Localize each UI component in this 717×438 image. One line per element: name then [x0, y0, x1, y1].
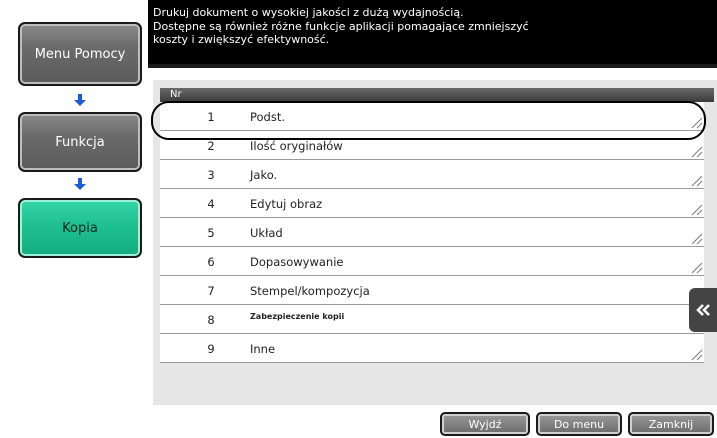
description-header: Drukuj dokument o wysokiej jakości z duż…: [148, 0, 717, 68]
exit-button[interactable]: Wyjdź: [440, 412, 530, 436]
row-label: Dopasowywanie: [250, 255, 344, 269]
column-header-nr: Nr: [160, 88, 714, 102]
row-number: 6: [207, 255, 215, 269]
list-item[interactable]: 4 Edytuj obraz: [160, 189, 704, 218]
description-line: Dostępne są również różne funkcje aplika…: [153, 19, 529, 33]
corner-resize-icon: [691, 204, 703, 216]
nav-item-label: Menu Pomocy: [34, 46, 126, 62]
nav-menu-pomocy-button[interactable]: Menu Pomocy: [18, 22, 142, 86]
list-item[interactable]: 7 Stempel/kompozycja: [160, 276, 704, 305]
row-label: Stempel/kompozycja: [250, 284, 370, 298]
row-label: Ilość oryginałów: [250, 139, 343, 153]
nav-funkcja-button[interactable]: Funkcja: [18, 112, 142, 172]
row-number: 9: [207, 342, 215, 356]
arrow-down-icon: [74, 178, 86, 190]
arrow-down-icon: [74, 94, 86, 106]
nav-item-label: Kopia: [62, 220, 98, 236]
row-label: Zabezpieczenie kopii: [250, 312, 345, 321]
row-number: 8: [207, 313, 215, 327]
list-item[interactable]: 8 Zabezpieczenie kopii: [160, 305, 704, 334]
list-item[interactable]: 9 Inne: [160, 334, 704, 363]
row-number: 5: [207, 226, 215, 240]
corner-resize-icon: [691, 262, 703, 274]
row-number: 3: [207, 168, 215, 182]
row-label: Jako.: [250, 168, 278, 182]
row-number: 2: [207, 139, 215, 153]
content-panel: Drukuj dokument o wysokiej jakości z duż…: [148, 0, 717, 438]
row-label: Układ: [250, 226, 283, 240]
description-line: koszty i zwiększyć efektywność.: [153, 33, 330, 46]
corner-resize-icon: [691, 233, 703, 245]
button-label: Zamknij: [648, 417, 694, 431]
nav-item-label: Funkcja: [55, 134, 105, 150]
corner-resize-icon: [691, 175, 703, 187]
navigation-panel: Menu Pomocy Funkcja Kopia: [0, 0, 148, 438]
corner-resize-icon: [691, 146, 703, 158]
button-label: Wyjdź: [468, 417, 502, 431]
corner-resize-icon: [691, 349, 703, 361]
row-number: 7: [207, 284, 215, 298]
selected-row-highlight: [151, 101, 706, 140]
nav-kopia-button[interactable]: Kopia: [18, 198, 142, 258]
description-line: Drukuj dokument o wysokiej jakości z duż…: [153, 6, 464, 19]
close-button[interactable]: Zamknij: [628, 412, 714, 436]
to-menu-button[interactable]: Do menu: [536, 412, 622, 436]
button-label: Do menu: [553, 417, 605, 431]
list-item[interactable]: 3 Jako.: [160, 160, 704, 189]
row-label: Edytuj obraz: [250, 197, 323, 211]
list-item[interactable]: 5 Układ: [160, 218, 704, 247]
row-number: 4: [207, 197, 215, 211]
double-chevron-left-icon: [696, 304, 710, 316]
side-panel-tab[interactable]: [689, 288, 717, 332]
list-item[interactable]: 6 Dopasowywanie: [160, 247, 704, 276]
row-label: Inne: [250, 342, 276, 356]
